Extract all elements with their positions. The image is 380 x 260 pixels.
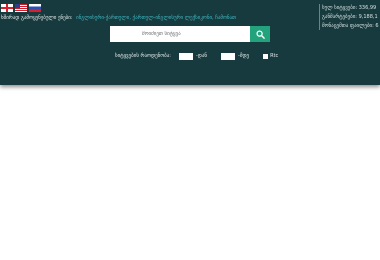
filter-checkbox-label: Rtc	[270, 53, 279, 59]
max-length-input[interactable]	[221, 52, 236, 60]
search-input[interactable]	[110, 26, 250, 42]
flag-usa-icon[interactable]	[15, 4, 27, 12]
stat-definitions: განმარტებები: 9,188,1	[322, 14, 378, 20]
stats-divider	[319, 4, 320, 30]
language-switcher	[1, 4, 41, 12]
flag-russia-icon[interactable]	[29, 4, 41, 12]
search-button[interactable]	[250, 26, 270, 42]
header-bar: ხშირად გამოყენებული ენები: ინგლისური-ქარ…	[0, 0, 380, 85]
search-icon	[255, 29, 265, 39]
stat-total-words: სულ სიტყვები: 336,99	[322, 5, 377, 11]
stat-data-files: მონაცემთა ფაილები: 6	[322, 23, 379, 29]
flag-georgia-icon[interactable]	[1, 4, 13, 12]
to-label: -მდე	[238, 53, 250, 59]
filter-checkbox[interactable]	[263, 53, 269, 59]
search-bar	[110, 26, 270, 42]
stats-panel: სულ სიტყვები: 336,99 განმარტებები: 9,188…	[322, 4, 380, 31]
from-label: -დან	[195, 53, 208, 59]
min-length-input[interactable]	[178, 52, 193, 60]
word-length-filter: სიტყვების რაოდენობა: -დან -მდე Rtc	[115, 52, 278, 60]
popular-languages-label: ხშირად გამოყენებული ენები:	[1, 15, 73, 21]
popular-languages: ხშირად გამოყენებული ენები: ინგლისური-ქარ…	[1, 15, 236, 21]
popular-languages-link[interactable]: ინგლისური-ქართული, ქართულ-ინგლისური ლექს…	[76, 15, 236, 21]
word-count-label: სიტყვების რაოდენობა:	[115, 53, 171, 59]
